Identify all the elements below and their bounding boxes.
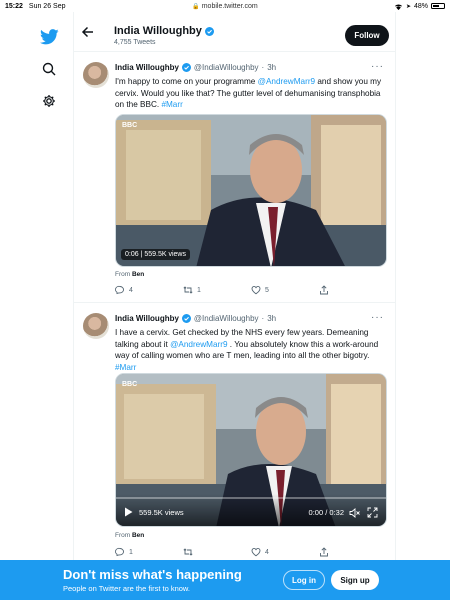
from-prefix: From [115,532,131,539]
from-label: From Ben [115,271,144,278]
video-thumbnail: BBC [116,115,386,266]
heart-icon [251,547,261,557]
more-options-icon[interactable]: ··· [371,312,384,323]
tweet-handle[interactable]: @IndiaWilloughby [194,63,259,72]
retweet-button[interactable] [183,547,251,557]
tweet[interactable]: India Willoughby @IndiaWilloughby · 3h ·… [74,52,395,303]
mention-link[interactable]: @AndrewMarr9 [258,77,315,86]
reply-icon [115,285,124,295]
verified-badge-icon [204,26,214,36]
follow-button[interactable]: Follow [345,25,389,46]
video-controls: 559.5K views 0:00 / 0:32 [116,494,386,526]
retweet-button[interactable]: 1 [183,285,251,295]
video-views: 559.5K views [139,508,184,517]
share-icon [320,547,328,557]
retweet-count: 1 [197,286,201,294]
from-prefix: From [115,271,131,278]
signup-banner: Don't miss what's happening People on Tw… [0,560,450,600]
tweet-text: I have a cervix. Get checked by the NHS … [115,327,385,373]
verified-badge-icon [181,314,191,323]
tweet-author[interactable]: India Willoughby [115,314,179,323]
url-text: mobile.twitter.com [201,2,258,10]
signup-button[interactable]: Sign up [331,570,379,590]
tweet-meta: India Willoughby @IndiaWilloughby · 3h [115,314,276,323]
profile-header: India Willoughby 4,755 Tweets Follow [74,12,396,52]
svg-text:BBC: BBC [122,122,137,129]
tweet-meta: India Willoughby @IndiaWilloughby · 3h [115,63,276,72]
address-bar[interactable]: 🔒 mobile.twitter.com [0,3,450,10]
share-button[interactable] [319,547,387,557]
verified-badge-icon [181,63,191,72]
tweet-time[interactable]: 3h [267,314,276,323]
banner-title: Don't miss what's happening [63,567,242,582]
video-views: 559.5K views [144,251,186,258]
from-name[interactable]: Ben [132,271,144,278]
back-arrow-icon[interactable] [81,25,95,39]
left-nav-rail [0,12,74,560]
video-duration: 0:06 [125,251,139,258]
share-icon [320,285,328,295]
status-bar: 15:22 Sun 26 Sep 🔒 mobile.twitter.com ➤ 4… [0,0,450,12]
tweet-count: 4,755 Tweets [114,39,156,46]
reply-count: 1 [129,548,133,556]
video-player[interactable]: BBC 559.5K views 0:00 / 0:32 [115,373,387,527]
tweet[interactable]: India Willoughby @IndiaWilloughby · 3h ·… [74,303,395,560]
lock-icon: 🔒 [192,3,200,10]
hashtag-link[interactable]: #Marr [115,363,136,372]
banner-subtitle: People on Twitter are the first to know. [63,584,191,593]
video-player[interactable]: BBC 0:06 | 559.5K views [115,114,387,267]
separator-dot: · [261,63,265,72]
like-button[interactable]: 5 [251,285,319,295]
video-progress-bar[interactable] [116,497,386,499]
tweet-author[interactable]: India Willoughby [115,63,179,72]
play-icon[interactable] [124,507,133,517]
hashtag-link[interactable]: #Marr [161,100,182,109]
tweet-actions: 4 1 5 [115,285,387,295]
reply-count: 4 [129,286,133,294]
retweet-icon [183,286,193,294]
twitter-bird-icon[interactable] [38,26,60,48]
tweet-text: I'm happy to come on your programme @And… [115,76,385,111]
settings-gear-icon[interactable] [38,90,60,112]
share-button[interactable] [319,285,387,295]
avatar[interactable] [83,313,109,339]
profile-name: India Willoughby [114,25,214,37]
reply-button[interactable]: 1 [115,547,183,557]
tweet-handle[interactable]: @IndiaWilloughby [194,314,259,323]
retweet-icon [183,548,193,556]
video-time: 0:00 / 0:32 [308,508,344,517]
tweet-text-part: I'm happy to come on your programme [115,77,258,86]
avatar[interactable] [83,62,109,88]
reply-button[interactable]: 4 [115,285,183,295]
tweet-actions: 1 4 [115,547,387,557]
from-name[interactable]: Ben [132,532,144,539]
like-button[interactable]: 4 [251,547,319,557]
mention-link[interactable]: @AndrewMarr9 [170,340,227,349]
reply-icon [115,547,124,557]
tweet-feed: India Willoughby @IndiaWilloughby · 3h ·… [74,52,396,560]
tweet-time[interactable]: 3h [267,63,276,72]
fullscreen-icon[interactable] [367,507,378,518]
search-icon[interactable] [38,58,60,80]
login-button[interactable]: Log in [283,570,325,590]
separator-dot: · [261,314,265,323]
heart-icon [251,285,261,295]
from-label: From Ben [115,532,144,539]
like-count: 5 [265,286,269,294]
more-options-icon[interactable]: ··· [371,61,384,72]
like-count: 4 [265,548,269,556]
video-duration-badge: 0:06 | 559.5K views [121,249,190,260]
battery-icon [431,3,445,9]
profile-name-text: India Willoughby [114,25,202,37]
mute-icon[interactable] [349,508,360,518]
svg-text:BBC: BBC [122,381,137,388]
